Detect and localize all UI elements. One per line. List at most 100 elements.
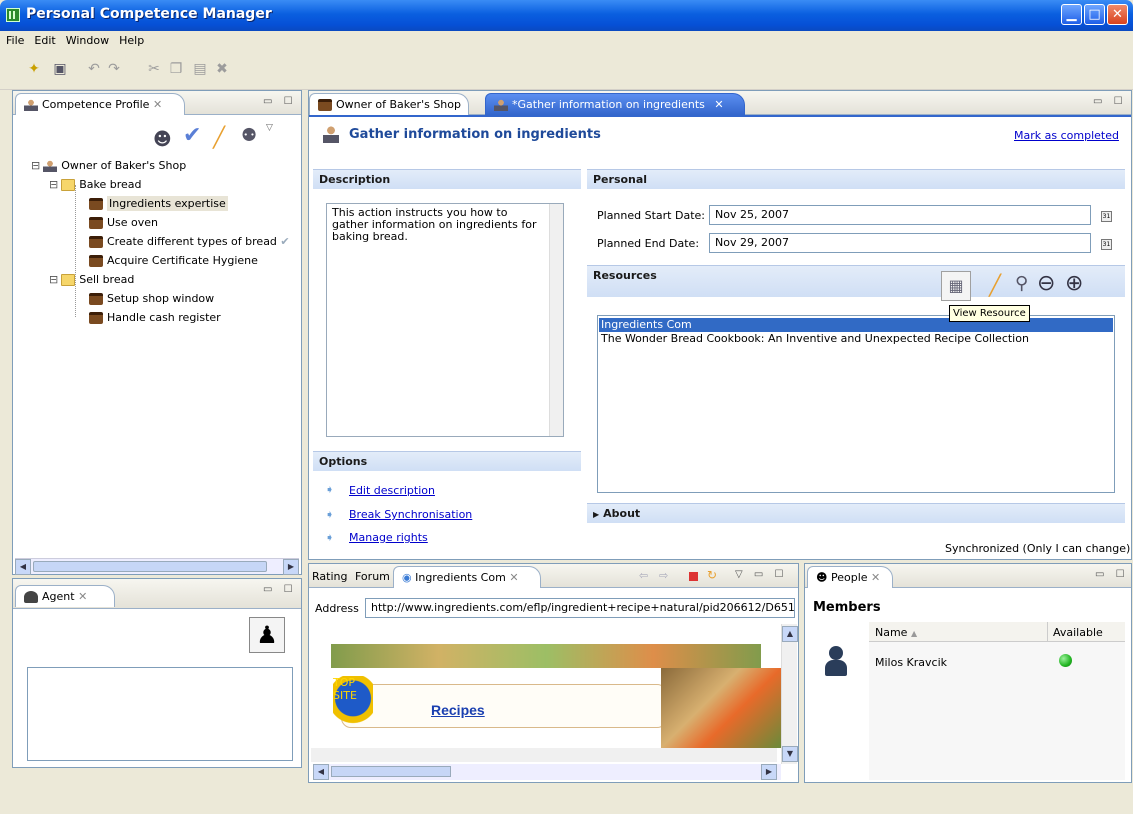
tab-gather-information[interactable]: *Gather information on ingredients ✕ xyxy=(485,93,745,115)
group-icon[interactable]: ☻ xyxy=(153,129,172,150)
delete-icon[interactable]: ✖ xyxy=(214,61,230,77)
search-resource-icon[interactable]: ⚲ xyxy=(1015,273,1028,294)
tree-item[interactable]: Acquire Certificate Hygiene xyxy=(89,252,258,271)
cut-icon[interactable]: ✂ xyxy=(146,61,162,77)
stop-icon[interactable] xyxy=(689,572,698,581)
planned-start-field[interactable]: Nov 25, 2007 xyxy=(709,205,1091,225)
tree-item[interactable]: Use oven xyxy=(89,214,158,233)
start-calendar-icon[interactable]: 31 xyxy=(1101,211,1112,222)
collapse-toggle-icon[interactable]: ⊟ xyxy=(31,159,40,172)
collapse-toggle-icon[interactable]: ⊟ xyxy=(49,178,58,191)
tab-forum[interactable]: Forum xyxy=(355,570,390,583)
minimize-button[interactable]: ▁ xyxy=(1061,4,1082,25)
members-header: Members xyxy=(813,600,881,615)
tree-item[interactable]: ⊟ Owner of Baker's Shop xyxy=(31,157,186,176)
menu-edit[interactable]: Edit xyxy=(28,31,59,47)
scroll-left-icon[interactable]: ◀ xyxy=(15,559,31,575)
browser-vscrollbar[interactable]: ▲ ▼ xyxy=(781,624,798,764)
briefcase-icon xyxy=(89,198,103,210)
scroll-thumb[interactable] xyxy=(331,766,451,777)
col-name[interactable]: Name ▲ xyxy=(875,626,917,639)
available-status-icon xyxy=(1059,654,1072,667)
tab-people[interactable]: ☻ People ✕ xyxy=(807,566,893,588)
close-button[interactable]: ✕ xyxy=(1107,4,1128,25)
edit-description-link[interactable]: Edit description xyxy=(349,484,435,497)
add-resource-icon[interactable]: ⊕ xyxy=(1065,271,1083,296)
tab-close-icon[interactable]: ✕ xyxy=(153,98,162,111)
planned-end-field[interactable]: Nov 29, 2007 xyxy=(709,233,1091,253)
redo-icon[interactable]: ↷ xyxy=(106,61,122,77)
maximize-button[interactable]: □ xyxy=(1084,4,1105,25)
save-icon[interactable]: ▣ xyxy=(52,61,68,77)
scroll-thumb[interactable] xyxy=(33,561,267,572)
mark-completed-link[interactable]: Mark as completed xyxy=(1014,129,1119,142)
undo-icon[interactable]: ↶ xyxy=(86,61,102,77)
edit-icon[interactable]: ╱ xyxy=(213,125,225,149)
tab-ingredients-com[interactable]: ◉ Ingredients Com ✕ xyxy=(393,566,541,588)
tree-item[interactable]: Create different types of bread ✔ xyxy=(89,233,290,252)
scroll-right-icon[interactable]: ▶ xyxy=(761,764,777,780)
tab-owner-bakers-shop[interactable]: Owner of Baker's Shop xyxy=(309,93,469,115)
new-icon[interactable]: ✦ xyxy=(26,61,42,77)
view-resource-button[interactable]: ▦ xyxy=(941,271,971,301)
view-minmax[interactable]: ▽ ▭ ☐ xyxy=(735,569,787,580)
scroll-down-icon[interactable]: ▼ xyxy=(782,746,798,762)
browser-hscrollbar[interactable]: ◀ ▶ xyxy=(313,764,781,780)
about-section-toggle[interactable]: ▶ About xyxy=(587,503,1125,523)
check-icon[interactable]: ✔ xyxy=(183,123,201,148)
tree-item[interactable]: Ingredients expertise xyxy=(89,195,228,214)
forward-icon[interactable]: ⇨ xyxy=(659,569,668,582)
title-bar: Personal Competence Manager ▁ □ ✕ xyxy=(0,0,1133,31)
menu-window[interactable]: Window xyxy=(60,31,113,47)
gray-band xyxy=(311,748,777,762)
tree-item[interactable]: ⊟ Sell bread xyxy=(49,271,134,290)
briefcase-icon xyxy=(89,312,103,324)
tree-item[interactable]: ⊟ Bake bread xyxy=(49,176,142,195)
member-name[interactable]: Milos Kravcik xyxy=(875,656,947,669)
tree-item-label: Use oven xyxy=(107,216,159,229)
horizontal-scrollbar[interactable]: ◀ ▶ xyxy=(15,558,299,575)
remove-resource-icon[interactable]: ⊖ xyxy=(1037,271,1055,296)
scroll-up-icon[interactable]: ▲ xyxy=(782,626,798,642)
tree-item[interactable]: Handle cash register xyxy=(89,309,221,328)
description-textbox[interactable]: This action instructs you how to gather … xyxy=(326,203,564,437)
tab-close-icon[interactable]: ✕ xyxy=(714,98,723,111)
tab-close-icon[interactable]: ✕ xyxy=(871,571,880,584)
view-minmax[interactable]: ▭ ☐ xyxy=(1095,569,1129,580)
resources-list[interactable]: Ingredients Com The Wonder Bread Cookboo… xyxy=(597,315,1115,493)
scroll-left-icon[interactable]: ◀ xyxy=(313,764,329,780)
agent-avatar-button[interactable]: ♟ xyxy=(249,617,285,653)
resource-item[interactable]: Ingredients Com xyxy=(599,318,1113,332)
view-minmax[interactable]: ▭ ☐ xyxy=(263,96,297,107)
copy-icon[interactable]: ❐ xyxy=(168,61,184,77)
view-minmax[interactable]: ▭ ☐ xyxy=(1093,96,1127,107)
end-calendar-icon[interactable]: 31 xyxy=(1101,239,1112,250)
agent-output-area[interactable] xyxy=(27,667,293,761)
view-menu-icon[interactable]: ▽ xyxy=(266,123,273,133)
tab-close-icon[interactable]: ✕ xyxy=(509,571,518,584)
resource-item[interactable]: The Wonder Bread Cookbook: An Inventive … xyxy=(599,332,1113,346)
recipes-link[interactable]: Recipes xyxy=(431,702,485,718)
break-synchronisation-link[interactable]: Break Synchronisation xyxy=(349,508,472,521)
tab-competence-profile[interactable]: Competence Profile ✕ xyxy=(15,93,185,115)
address-field[interactable]: http://www.ingredients.com/eflp/ingredie… xyxy=(365,598,795,618)
collapse-toggle-icon[interactable]: ⊟ xyxy=(49,273,58,286)
view-minmax[interactable]: ▭ ☐ xyxy=(263,584,297,595)
col-available[interactable]: Available xyxy=(1053,626,1103,639)
back-icon[interactable]: ⇦ xyxy=(639,569,648,582)
description-scrollbar[interactable] xyxy=(549,204,563,436)
tab-rating[interactable]: Rating xyxy=(312,570,347,583)
view-resource-tooltip: View Resource xyxy=(949,305,1030,322)
menu-help[interactable]: Help xyxy=(113,31,148,47)
tab-close-icon[interactable]: ✕ xyxy=(78,590,87,603)
edit-resource-icon[interactable]: ╱ xyxy=(989,273,1001,297)
manage-rights-link[interactable]: Manage rights xyxy=(349,531,428,544)
refresh-icon[interactable]: ↻ xyxy=(707,568,717,582)
tree-item[interactable]: Setup shop window xyxy=(89,290,214,309)
briefcase-icon xyxy=(89,236,103,248)
paste-icon[interactable]: ▤ xyxy=(192,61,208,77)
add-person-icon[interactable]: ⚉ xyxy=(241,125,257,146)
tab-agent[interactable]: Agent ✕ xyxy=(15,585,115,607)
scroll-right-icon[interactable]: ▶ xyxy=(283,559,299,575)
menu-file[interactable]: File xyxy=(0,31,28,47)
